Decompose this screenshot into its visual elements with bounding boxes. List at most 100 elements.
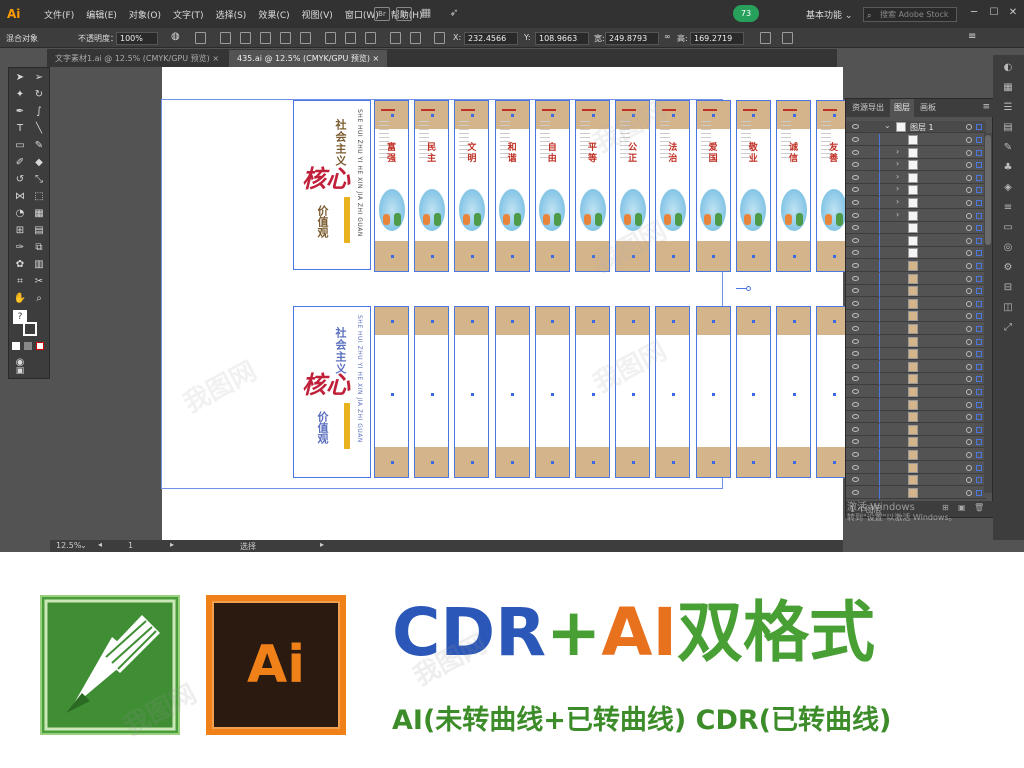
display-panel-top[interactable]: 富强 (374, 100, 409, 272)
transform-icon[interactable] (760, 32, 771, 44)
selection-indicator[interactable] (976, 275, 982, 282)
gradient-tool-icon[interactable]: ▤ (31, 224, 47, 238)
symbols-icon[interactable]: ♣ (1000, 161, 1016, 175)
sublayer-row[interactable] (846, 348, 986, 361)
display-panel-top[interactable]: 民主 (414, 100, 450, 272)
hand-tool-icon[interactable]: ✋ (12, 292, 28, 306)
sublayer-row[interactable] (846, 234, 986, 247)
next-artboard-icon[interactable]: ▸ (170, 540, 174, 549)
blend-tool-icon[interactable]: ⧉ (31, 241, 47, 255)
artboard-tool-icon[interactable]: ⌗ (12, 275, 28, 289)
line-tool-icon[interactable]: ╲ (31, 122, 47, 136)
target-icon[interactable] (966, 263, 972, 269)
target-icon[interactable] (966, 225, 972, 232)
target-icon[interactable] (966, 351, 972, 358)
rectangle-tool-icon[interactable]: ▭ (12, 139, 28, 153)
eye-icon[interactable] (852, 464, 859, 470)
selection-indicator[interactable] (976, 263, 982, 269)
prev-artboard-icon[interactable]: ◂ (98, 540, 102, 549)
selection-indicator[interactable] (976, 452, 982, 458)
status-arrow-icon[interactable]: ▸ (320, 540, 324, 549)
layer-name[interactable]: 图层 1 (910, 122, 934, 133)
gradient-icon[interactable]: ▭ (1000, 221, 1016, 235)
tab-document-1[interactable]: 文字素材1.ai @ 12.5% (CMYK/GPU 预览) × (47, 50, 227, 67)
target-icon[interactable] (966, 275, 972, 282)
display-panel-top[interactable]: 自由 (534, 100, 570, 272)
tab-document-2[interactable]: 435.ai @ 12.5% (CMYK/GPU 预览) × (229, 50, 388, 67)
width-tool-icon[interactable]: ⋈ (12, 190, 28, 204)
eye-icon[interactable] (852, 414, 859, 420)
sublayer-row[interactable] (846, 222, 986, 235)
stock-icon[interactable]: St (396, 7, 412, 21)
selection-indicator[interactable] (976, 389, 982, 395)
new-layer-icon[interactable]: ▣ (958, 503, 966, 512)
blank-panel-bottom[interactable] (776, 306, 811, 478)
target-icon[interactable] (966, 326, 972, 332)
eye-icon[interactable] (852, 149, 859, 155)
align-right-icon[interactable] (240, 32, 251, 44)
align-bottom-icon[interactable] (300, 32, 311, 44)
rotate-tool-icon[interactable]: ↺ (12, 173, 28, 187)
target-icon[interactable] (966, 200, 972, 206)
eye-icon[interactable] (852, 288, 859, 294)
sublayer-row[interactable] (846, 436, 986, 449)
eye-icon[interactable] (852, 250, 859, 256)
target-icon[interactable] (966, 452, 972, 458)
selection-indicator[interactable] (976, 174, 982, 181)
selection-indicator[interactable] (976, 225, 982, 232)
selection-indicator[interactable] (976, 414, 982, 421)
target-icon[interactable] (966, 174, 972, 181)
target-icon[interactable] (966, 464, 972, 471)
sublayer-row[interactable] (846, 449, 986, 461)
target-icon[interactable] (966, 376, 972, 383)
sublayer-row[interactable] (846, 411, 986, 424)
eye-icon[interactable] (852, 401, 859, 407)
sync-badge[interactable]: 73 (733, 5, 759, 22)
swatches-icon[interactable]: ▤ (1000, 121, 1016, 135)
display-panel-top[interactable]: 和谐 (494, 100, 530, 272)
sublayer-row[interactable] (846, 461, 986, 474)
pathfinder-icon[interactable]: ◫ (1000, 301, 1016, 315)
sublayer-row[interactable] (846, 423, 986, 436)
eye-icon[interactable] (852, 313, 859, 319)
selection-indicator[interactable] (976, 376, 982, 383)
shape-builder-tool-icon[interactable]: ◔ (12, 207, 28, 221)
bridge-icon[interactable]: Br (374, 7, 390, 21)
selection-handle-circle[interactable] (746, 286, 751, 291)
curvature-tool-icon[interactable]: ∫ (31, 105, 47, 119)
eye-icon[interactable] (852, 263, 859, 268)
sublayer-row[interactable] (846, 297, 986, 310)
zoom-level[interactable]: 12.5% (56, 541, 81, 550)
target-icon[interactable] (966, 477, 972, 484)
menu-effect[interactable]: 效果(C) (252, 8, 295, 21)
close-tab-icon[interactable]: × (212, 54, 219, 63)
selection-indicator[interactable] (976, 200, 982, 206)
selection-indicator[interactable] (976, 489, 982, 496)
sublayer-row[interactable] (846, 360, 986, 373)
sublayer-row[interactable]: › (846, 209, 986, 222)
distribute-top-icon[interactable] (325, 32, 336, 44)
selection-indicator[interactable] (976, 124, 982, 130)
distribute-right-icon[interactable] (410, 32, 421, 44)
target-icon[interactable] (966, 162, 972, 169)
sublayer-row[interactable]: › (846, 197, 986, 209)
target-icon[interactable] (966, 237, 972, 244)
eye-icon[interactable] (852, 174, 859, 180)
display-panel-top[interactable]: 诚信 (776, 100, 811, 272)
tab-asset-export[interactable]: 资源导出 (848, 99, 888, 117)
stroke-icon[interactable]: ≡ (1000, 201, 1016, 215)
symbol-sprayer-tool-icon[interactable]: ✿ (12, 258, 28, 272)
selection-indicator[interactable] (976, 439, 982, 446)
blank-panel-bottom[interactable] (414, 306, 450, 478)
brushes-icon[interactable]: ✎ (1000, 141, 1016, 155)
target-icon[interactable] (966, 414, 972, 421)
tab-layers[interactable]: 图层 (890, 99, 914, 117)
transparency-icon[interactable]: ◎ (1000, 241, 1016, 255)
target-icon[interactable] (966, 313, 972, 320)
menu-object[interactable]: 对象(O) (123, 8, 167, 21)
layer-row-main[interactable]: ⌄ 图层 1 (846, 121, 986, 133)
direct-selection-tool-icon[interactable]: ➢ (31, 71, 47, 85)
display-panel-top[interactable]: 敬业 (735, 100, 771, 272)
blank-panel-bottom[interactable] (735, 306, 771, 478)
target-icon[interactable] (966, 250, 972, 257)
